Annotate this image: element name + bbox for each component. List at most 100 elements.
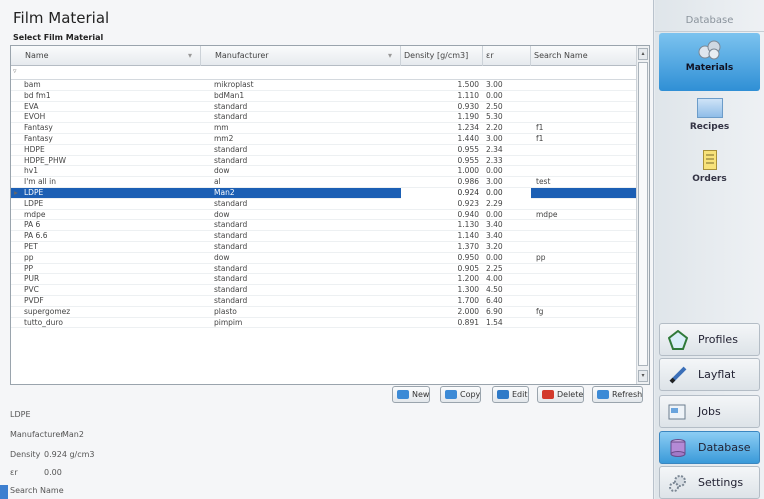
cell-er[interactable]: 2.29	[483, 199, 531, 210]
table-row[interactable]: pp dow 0.950 0.00 pp	[11, 253, 637, 264]
cell-name[interactable]: bd fm1	[24, 91, 199, 102]
cell-search-name[interactable]	[533, 318, 637, 329]
delete-button[interactable]: Delete	[537, 386, 585, 403]
cell-manufacturer[interactable]: plasto	[214, 307, 404, 318]
refresh-button[interactable]: Refresh	[592, 386, 644, 403]
table-row[interactable]: PUR standard 1.200 4.00	[11, 274, 637, 286]
cell-manufacturer[interactable]: al	[214, 177, 404, 188]
row-indicator[interactable]	[11, 210, 21, 221]
cell-search-name[interactable]	[533, 220, 637, 231]
cell-er[interactable]: 0.00	[483, 166, 531, 177]
cell-er[interactable]: 1.54	[483, 318, 531, 329]
cell-er[interactable]: 6.40	[483, 296, 531, 307]
cell-name[interactable]: I'm all in	[24, 177, 199, 188]
cell-search-name[interactable]	[533, 80, 637, 91]
materials-grid[interactable]: Name ▾ Manufacturer ▾ Density [g/cm3] εr S…	[10, 45, 650, 385]
row-indicator[interactable]	[11, 231, 21, 242]
cell-density[interactable]: 0.950	[401, 253, 483, 264]
nav-orders[interactable]: Orders	[659, 148, 760, 198]
cell-density[interactable]: 1.500	[401, 80, 483, 91]
nav-profiles[interactable]: Profiles	[659, 323, 760, 356]
cell-name[interactable]: LDPE	[24, 199, 199, 210]
cell-er[interactable]: 3.40	[483, 220, 531, 231]
cell-er[interactable]: 3.00	[483, 134, 531, 145]
table-row[interactable]: I'm all in al 0.986 3.00 test	[11, 177, 637, 188]
cell-density[interactable]: 1.130	[401, 220, 483, 231]
cell-density[interactable]: 1.200	[401, 274, 483, 285]
cell-search-name[interactable]	[533, 274, 637, 285]
table-row[interactable]: bam mikroplast 1.500 3.00	[11, 80, 637, 91]
cell-density[interactable]: 1.234	[401, 123, 483, 134]
cell-er[interactable]: 6.90	[483, 307, 531, 318]
cell-density[interactable]: 0.986	[401, 177, 483, 188]
row-indicator[interactable]: ▸	[11, 188, 21, 199]
cell-density[interactable]: 1.140	[401, 231, 483, 242]
table-row[interactable]: PP standard 0.905 2.25	[11, 264, 637, 275]
cell-manufacturer[interactable]: standard	[214, 112, 404, 123]
column-header-er[interactable]: εr	[483, 46, 531, 66]
cell-name[interactable]: PA 6	[24, 220, 199, 231]
cell-name[interactable]: PP	[24, 264, 199, 275]
table-row[interactable]: HDPE_PHW standard 0.955 2.33	[11, 156, 637, 167]
row-indicator[interactable]	[11, 112, 21, 123]
edit-button[interactable]: Edit	[492, 386, 529, 403]
cell-er[interactable]: 4.00	[483, 274, 531, 285]
nav-materials[interactable]: Materials	[659, 33, 760, 91]
cell-er[interactable]: 2.20	[483, 123, 531, 134]
cell-name[interactable]: Fantasy	[24, 134, 199, 145]
table-row[interactable]: PA 6.6 standard 1.140 3.40	[11, 231, 637, 242]
row-indicator[interactable]	[11, 166, 21, 177]
cell-name[interactable]: PET	[24, 242, 199, 253]
scrollbar-thumb[interactable]	[638, 62, 648, 366]
row-indicator[interactable]	[11, 123, 21, 134]
cell-manufacturer[interactable]: standard	[214, 264, 404, 275]
scroll-up-button[interactable]: ▴	[638, 48, 648, 60]
cell-name[interactable]: PVC	[24, 285, 199, 296]
cell-manufacturer[interactable]: standard	[214, 220, 404, 231]
cell-name[interactable]: LDPE	[24, 188, 199, 199]
cell-search-name[interactable]	[533, 242, 637, 253]
table-row[interactable]: supergomez plasto 2.000 6.90 fg	[11, 307, 637, 318]
table-row[interactable]: PVDF standard 1.700 6.40	[11, 296, 637, 307]
cell-manufacturer[interactable]: dow	[214, 210, 404, 221]
table-row[interactable]: PVC standard 1.300 4.50	[11, 285, 637, 296]
cell-er[interactable]: 4.50	[483, 285, 531, 296]
row-indicator[interactable]	[11, 274, 21, 285]
cell-er[interactable]: 2.25	[483, 264, 531, 275]
table-row[interactable]: bd fm1 bdMan1 1.110 0.00	[11, 91, 637, 102]
cell-name[interactable]: PUR	[24, 274, 199, 285]
cell-manufacturer[interactable]: standard	[214, 296, 404, 307]
row-indicator[interactable]	[11, 156, 21, 167]
cell-search-name[interactable]	[533, 199, 637, 210]
cell-search-name[interactable]	[533, 188, 637, 199]
column-header-search-name[interactable]: Search Name	[531, 46, 637, 66]
cell-search-name[interactable]: test	[533, 177, 637, 188]
cell-name[interactable]: PA 6.6	[24, 231, 199, 242]
table-row[interactable]: ▸ LDPE Man2 0.924 0.00	[11, 187, 637, 199]
cell-search-name[interactable]	[533, 145, 637, 156]
nav-jobs[interactable]: Jobs	[659, 395, 760, 428]
cell-name[interactable]: HDPE	[24, 145, 199, 156]
cell-name[interactable]: PVDF	[24, 296, 199, 307]
cell-manufacturer[interactable]: standard	[214, 199, 404, 210]
cell-density[interactable]: 2.000	[401, 307, 483, 318]
table-row[interactable]: HDPE standard 0.955 2.34	[11, 145, 637, 156]
row-indicator[interactable]	[11, 220, 21, 231]
cell-search-name[interactable]	[533, 296, 637, 307]
copy-button[interactable]: Copy	[440, 386, 482, 403]
cell-density[interactable]: 0.940	[401, 210, 483, 221]
cell-name[interactable]: supergomez	[24, 307, 199, 318]
cell-density[interactable]: 1.440	[401, 134, 483, 145]
column-header-name[interactable]: Name ▾	[11, 46, 201, 66]
vertical-scrollbar[interactable]: ▴ ▾	[636, 46, 649, 384]
table-row[interactable]: Fantasy mm2 1.440 3.00 f1	[11, 134, 637, 145]
column-header-density[interactable]: Density [g/cm3]	[401, 46, 483, 66]
filter-row[interactable]: ▿	[11, 66, 637, 80]
row-indicator[interactable]	[11, 264, 21, 275]
cell-name[interactable]: HDPE_PHW	[24, 156, 199, 167]
cell-manufacturer[interactable]: standard	[214, 285, 404, 296]
table-row[interactable]: EVOH standard 1.190 5.30	[11, 112, 637, 124]
cell-density[interactable]: 1.110	[401, 91, 483, 102]
nav-settings[interactable]: Settings	[659, 466, 760, 499]
row-indicator[interactable]	[11, 134, 21, 145]
